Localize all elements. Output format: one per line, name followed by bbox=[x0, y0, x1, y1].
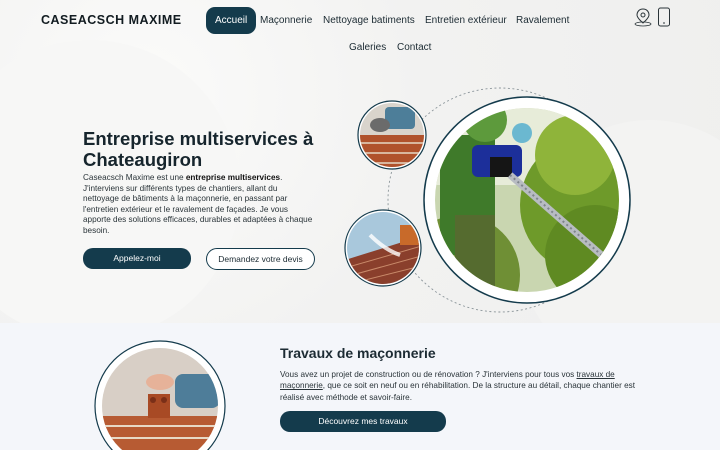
site-header: CASEACSCH MAXIME Accueil Maçonnerie Nett… bbox=[0, 0, 720, 70]
nav-item-entretien-exterieur[interactable]: Entretien extérieur bbox=[425, 7, 507, 34]
site-logo[interactable]: CASEACSCH MAXIME bbox=[41, 13, 182, 27]
hero-description: Caseacsch Maxime est une entreprise mult… bbox=[83, 173, 315, 236]
mobile-phone-icon[interactable] bbox=[657, 7, 671, 27]
discover-works-button[interactable]: Découvrez mes travaux bbox=[280, 411, 446, 432]
nav-item-nettoyage-batiments[interactable]: Nettoyage batiments bbox=[323, 7, 415, 34]
nav-item-accueil[interactable]: Accueil bbox=[206, 7, 257, 34]
call-me-button[interactable]: Appelez-moi bbox=[83, 248, 191, 269]
location-pin-icon[interactable] bbox=[633, 7, 653, 27]
masonry-text-after: , que ce soit en neuf ou en réhabilitati… bbox=[280, 381, 636, 402]
hero-text-bold: entreprise multiservices bbox=[185, 173, 281, 182]
hero-title: Entreprise multiservices à Chateaugiron bbox=[83, 128, 323, 170]
masonry-title: Travaux de maçonnerie bbox=[280, 345, 436, 361]
nav-item-galeries[interactable]: Galeries bbox=[349, 34, 386, 61]
masonry-description: Vous avez un projet de construction ou d… bbox=[280, 369, 640, 403]
hero-title-line1: Entreprise multiservices à bbox=[83, 128, 314, 149]
nav-item-contact[interactable]: Contact bbox=[397, 34, 431, 61]
nav-item-maconnerie[interactable]: Maçonnerie bbox=[260, 7, 312, 34]
masonry-text-before: Vous avez un projet de construction ou d… bbox=[280, 370, 577, 379]
request-quote-button[interactable]: Demandez votre devis bbox=[206, 248, 315, 270]
hero-illustration bbox=[344, 87, 631, 313]
hero-title-line2: Chateaugiron bbox=[83, 149, 203, 170]
hero-text-rest: . J'interviens sur différents types de c… bbox=[83, 173, 313, 235]
nav-item-ravalement[interactable]: Ravalement bbox=[516, 7, 569, 34]
hero-text-intro: Caseacsch Maxime est une bbox=[83, 173, 186, 182]
masonry-illustration bbox=[94, 340, 226, 450]
